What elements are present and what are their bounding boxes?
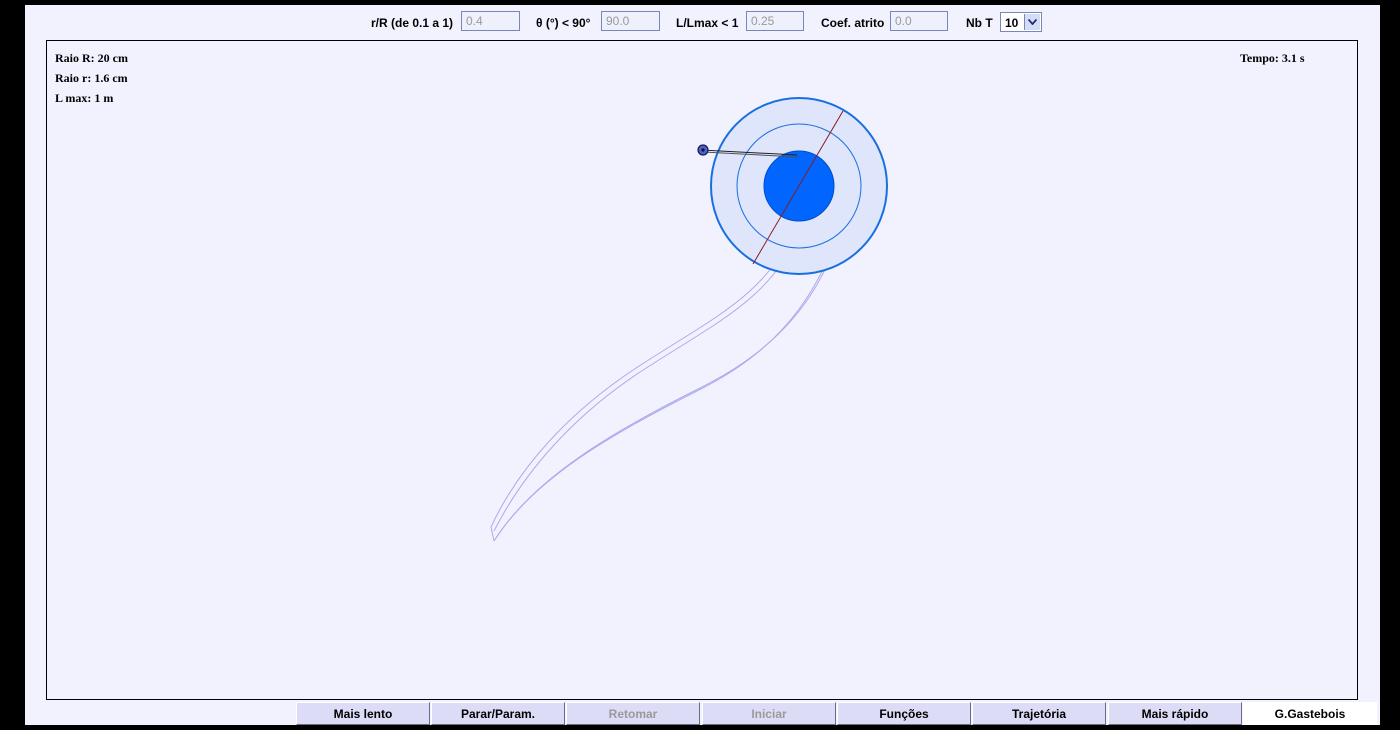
ratio-label: r/R (de 0.1 a 1) bbox=[371, 16, 454, 30]
control-button-bar: Mais lento Parar/Param. Retomar Iniciar … bbox=[296, 702, 1380, 725]
nbt-select[interactable]: 10 bbox=[1000, 12, 1042, 32]
nbt-label: Nb T bbox=[966, 16, 993, 30]
trajectory-button[interactable]: Trajetória bbox=[972, 702, 1106, 725]
author-button[interactable]: G.Gastebois bbox=[1243, 702, 1377, 725]
nbt-dropdown-button[interactable] bbox=[1024, 14, 1040, 30]
chevron-down-icon bbox=[1028, 19, 1037, 25]
simulation-canvas: Raio R: 20 cm Raio r: 1.6 cm L max: 1 m … bbox=[46, 40, 1358, 700]
applet-window: r/R (de 0.1 a 1) θ (°) < 90° L/Lmax < 1 … bbox=[25, 5, 1380, 725]
faster-button[interactable]: Mais rápido bbox=[1108, 702, 1242, 725]
friction-label: Coef. atrito bbox=[821, 16, 885, 30]
friction-input[interactable] bbox=[890, 11, 948, 31]
stop-params-button[interactable]: Parar/Param. bbox=[431, 702, 565, 725]
length-ratio-label: L/Lmax < 1 bbox=[676, 16, 739, 30]
ratio-input[interactable] bbox=[461, 11, 520, 31]
simulation-drawing bbox=[490, 97, 888, 542]
angle-label: θ (°) < 90° bbox=[536, 16, 591, 30]
angle-input[interactable] bbox=[601, 11, 660, 31]
parameter-toolbar: r/R (de 0.1 a 1) θ (°) < 90° L/Lmax < 1 … bbox=[25, 5, 1380, 39]
functions-button[interactable]: Funções bbox=[837, 702, 971, 725]
pivot-hook-icon[interactable] bbox=[697, 144, 709, 156]
resume-button[interactable]: Retomar bbox=[566, 702, 700, 725]
slower-button[interactable]: Mais lento bbox=[296, 702, 430, 725]
length-ratio-input[interactable] bbox=[746, 11, 804, 31]
nbt-value: 10 bbox=[1005, 16, 1019, 30]
yoyo-wheel bbox=[700, 97, 888, 275]
start-button[interactable]: Iniciar bbox=[702, 702, 836, 725]
